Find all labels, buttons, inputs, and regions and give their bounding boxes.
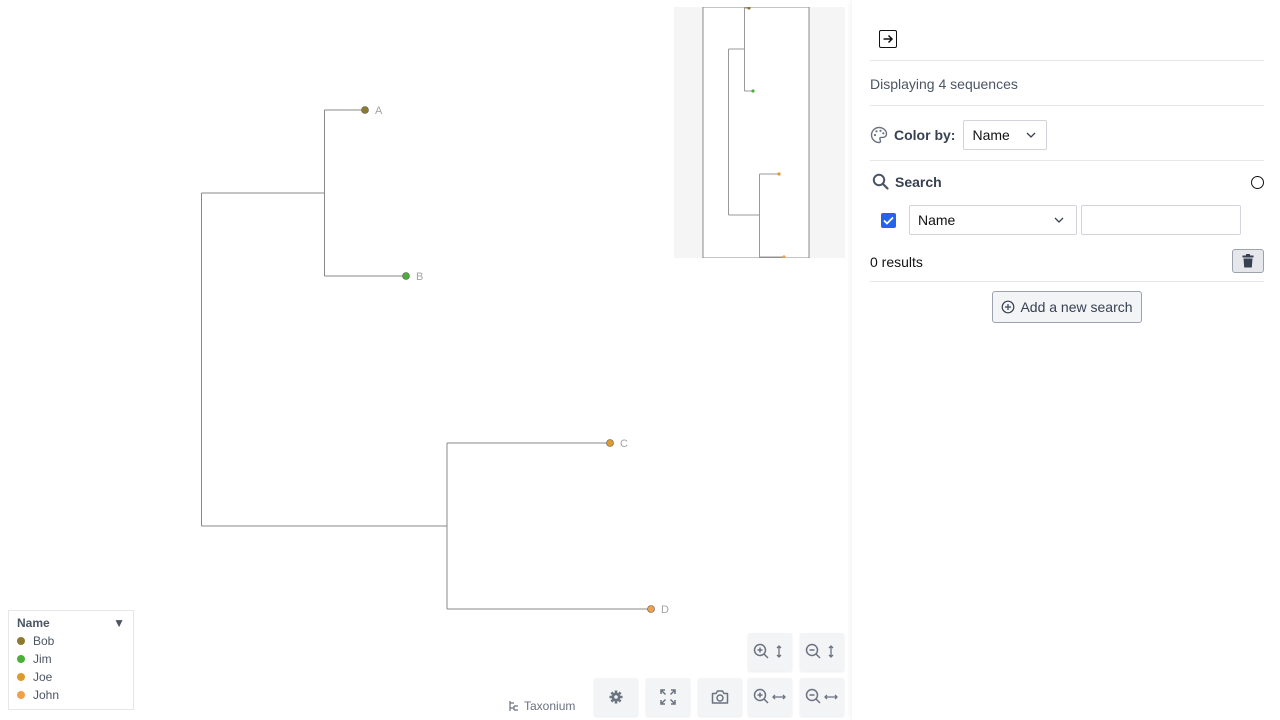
- divider: [870, 281, 1264, 282]
- divider: [870, 60, 1264, 61]
- zoom-in-horizontal-button[interactable]: [748, 678, 792, 716]
- legend-label: John: [33, 688, 60, 702]
- legend-header: Name ▼: [9, 611, 133, 632]
- legend-item-bob: Bob: [9, 632, 133, 650]
- divider: [870, 105, 1264, 106]
- color-by-label: Color by:: [894, 127, 956, 143]
- chevron-down-icon: [1054, 217, 1064, 223]
- search-field-select[interactable]: Name: [909, 205, 1077, 235]
- zoom-in-horizontal-icon: [753, 688, 786, 704]
- color-legend: Name ▼ Bob Jim Joe John: [8, 610, 134, 710]
- color-by-value: Name: [972, 127, 1010, 143]
- expand-icon: [660, 689, 676, 705]
- color-by-row: Color by: Name: [870, 120, 1048, 150]
- leaf-label-d: D: [661, 604, 669, 616]
- search-header: Search: [872, 173, 942, 190]
- search-icon: [872, 173, 889, 190]
- search-enabled-checkbox[interactable]: [881, 213, 896, 228]
- gear-icon: [609, 690, 623, 704]
- camera-icon: [711, 690, 729, 704]
- leaf-node-c[interactable]: [606, 439, 614, 447]
- collapse-panel-button[interactable]: [879, 30, 897, 48]
- legend-item-joe: Joe: [9, 668, 133, 686]
- zoom-in-vertical-button[interactable]: [748, 633, 792, 671]
- legend-label: Jim: [33, 652, 52, 666]
- plus-circle-icon: [1002, 300, 1015, 314]
- screenshot-button[interactable]: [698, 678, 742, 716]
- search-field-value: Name: [918, 212, 956, 228]
- side-panel: Displaying 4 sequences Color by: Name Se…: [852, 0, 1280, 720]
- leaf-node-d[interactable]: [647, 605, 655, 613]
- legend-label: Joe: [33, 670, 53, 684]
- legend-item-jim: Jim: [9, 650, 133, 668]
- zoom-out-vertical-button[interactable]: [800, 633, 844, 671]
- divider: [870, 160, 1264, 161]
- minimap-node-b: [751, 89, 755, 93]
- search-result-count: 0 results: [870, 254, 923, 270]
- leaf-node-b[interactable]: [402, 272, 410, 280]
- add-search-button[interactable]: Add a new search: [992, 291, 1142, 323]
- search-label: Search: [895, 173, 942, 190]
- zoom-in-vertical-icon: [753, 643, 782, 659]
- minimap-svg: [702, 7, 810, 258]
- legend-title: Name: [17, 616, 50, 630]
- sequence-count: Displaying 4 sequences: [870, 76, 1018, 92]
- leaf-node-a[interactable]: [361, 106, 369, 114]
- trash-icon: [1242, 254, 1254, 268]
- legend-dot: [17, 655, 25, 663]
- legend-dot: [17, 673, 25, 681]
- legend-dot: [17, 691, 25, 699]
- fullscreen-button[interactable]: [646, 678, 690, 716]
- settings-button[interactable]: [594, 678, 638, 716]
- minimap-viewport[interactable]: [702, 7, 810, 258]
- minimap[interactable]: [674, 7, 845, 258]
- taxonium-brand[interactable]: Taxonium: [508, 699, 575, 713]
- color-by-select[interactable]: Name: [963, 120, 1048, 150]
- brand-name: Taxonium: [524, 699, 576, 713]
- legend-collapse-toggle[interactable]: ▼: [113, 616, 125, 630]
- delete-search-button[interactable]: [1232, 249, 1264, 273]
- zoom-out-horizontal-icon: [805, 688, 838, 704]
- tree-branches: [201, 109, 651, 610]
- leaf-label-a: A: [375, 105, 383, 117]
- zoom-out-horizontal-button[interactable]: [800, 678, 844, 716]
- leaf-label-b: B: [416, 271, 423, 283]
- tree-logo-icon: [509, 701, 518, 711]
- leaf-label-c: C: [620, 438, 628, 450]
- legend-label: Bob: [33, 634, 55, 648]
- check-icon: [883, 216, 894, 225]
- chevron-down-icon: [1026, 132, 1036, 138]
- legend-dot: [17, 637, 25, 645]
- search-text-input[interactable]: [1081, 205, 1241, 235]
- palette-icon: [870, 126, 888, 144]
- legend-item-john: John: [9, 686, 133, 704]
- add-search-label: Add a new search: [1020, 299, 1133, 315]
- zoom-out-vertical-icon: [805, 643, 834, 659]
- arrow-right-icon: [883, 34, 894, 44]
- search-status-indicator: [1251, 176, 1264, 189]
- minimap-node-c: [777, 172, 781, 176]
